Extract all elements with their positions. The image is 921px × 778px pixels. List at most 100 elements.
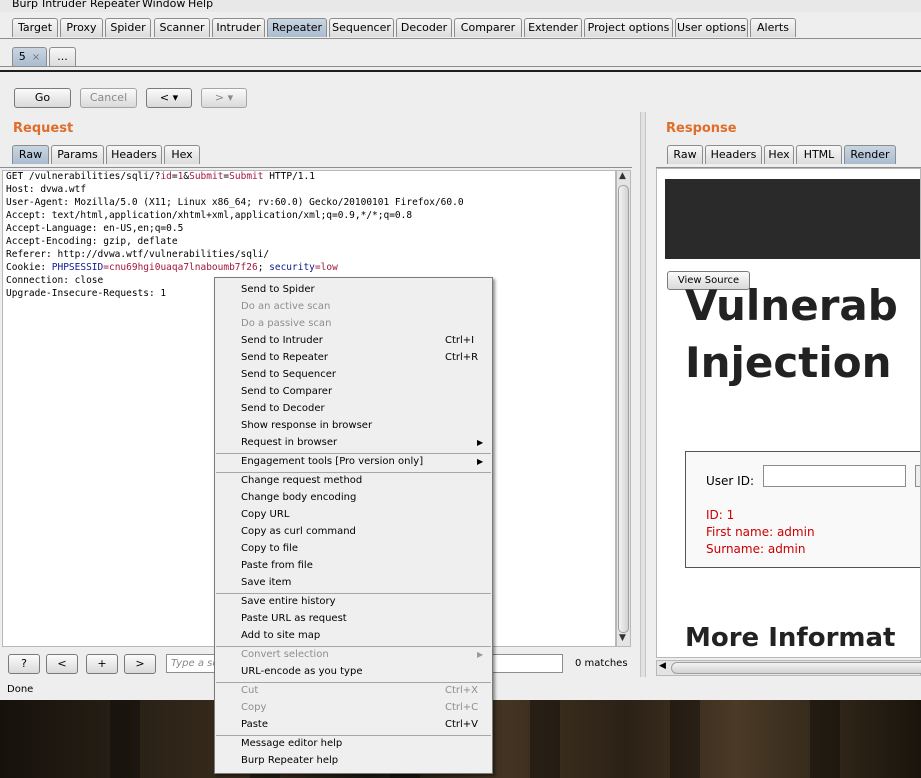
search-next-button[interactable]: > <box>124 654 156 674</box>
tab-intruder[interactable]: Intruder <box>212 18 265 37</box>
repeater-tabs: 5 × ... <box>0 44 921 67</box>
tab-sequencer[interactable]: Sequencer <box>329 18 394 37</box>
shortcut-repeater: Ctrl+R <box>445 352 479 363</box>
menu-engagement-tools[interactable]: Engagement tools [Pro version only] <box>241 456 423 467</box>
header-referer: Referer: http://dvwa.wtf/vulnerabilities… <box>6 249 270 260</box>
scroll-left-icon[interactable]: ◀ <box>659 661 666 671</box>
repeater-tab-new[interactable]: ... <box>49 47 76 66</box>
tab-comparer[interactable]: Comparer <box>454 18 522 37</box>
menu-save-item[interactable]: Save item <box>241 577 291 588</box>
repeater-tab-5[interactable]: 5 × <box>12 47 47 66</box>
tab-response-raw[interactable]: Raw <box>667 145 703 164</box>
header-cookie: Cookie: PHPSESSID=cnu69hgi0uaqa7lnaboumb… <box>6 262 338 273</box>
forward-button[interactable]: > ▾ <box>201 88 247 108</box>
status-text: Done <box>7 684 34 695</box>
menu-request-in-browser[interactable]: Request in browser <box>241 437 337 448</box>
menu-intruder[interactable]: Intruder <box>42 0 86 10</box>
menu-url-encode-as-you-type[interactable]: URL-encode as you type <box>241 666 362 677</box>
page-heading-line2: Injection <box>685 338 892 387</box>
tab-spider[interactable]: Spider <box>105 18 151 37</box>
shortcut-cut: Ctrl+X <box>445 685 479 696</box>
menu-paste[interactable]: Paste <box>241 719 268 730</box>
scroll-up-icon[interactable]: ▲ <box>619 171 626 181</box>
menu-copy-to-file[interactable]: Copy to file <box>241 543 298 554</box>
tab-alerts[interactable]: Alerts <box>750 18 796 37</box>
tab-proxy[interactable]: Proxy <box>60 18 103 37</box>
menu-burp-repeater-help[interactable]: Burp Repeater help <box>241 755 338 766</box>
menubar: Burp Intruder Repeater Window Help <box>0 0 921 12</box>
submenu-arrow-icon: ▶ <box>477 438 484 447</box>
menu-burp[interactable]: Burp <box>12 0 38 10</box>
request-vertical-scrollbar[interactable]: ▲ ▼ <box>616 170 631 647</box>
scroll-down-icon[interactable]: ▼ <box>619 633 626 643</box>
menu-separator <box>216 472 491 473</box>
tab-decoder[interactable]: Decoder <box>396 18 452 37</box>
tab-extender[interactable]: Extender <box>524 18 582 37</box>
menu-separator <box>216 646 491 647</box>
tab-response-html[interactable]: HTML <box>796 145 842 164</box>
tab-request-hex[interactable]: Hex <box>164 145 200 164</box>
menu-paste-from-file[interactable]: Paste from file <box>241 560 313 571</box>
search-help-button[interactable]: ? <box>8 654 40 674</box>
menu-active-scan[interactable]: Do an active scan <box>241 301 330 312</box>
context-menu: Send to Spider Do an active scan Do a pa… <box>214 277 493 774</box>
request-line: GET /vulnerabilities/sqli/?id=1&Submit=S… <box>6 171 315 182</box>
menu-message-editor-help[interactable]: Message editor help <box>241 738 342 749</box>
user-id-input[interactable] <box>763 465 906 487</box>
menu-convert-selection[interactable]: Convert selection <box>241 649 329 660</box>
menu-help[interactable]: Help <box>188 0 213 10</box>
menu-copy-as-curl[interactable]: Copy as curl command <box>241 526 356 537</box>
go-button[interactable]: Go <box>14 88 71 108</box>
header-upgrade-insecure: Upgrade-Insecure-Requests: 1 <box>6 288 167 299</box>
search-prev-button[interactable]: < <box>46 654 78 674</box>
menu-send-to-sequencer[interactable]: Send to Sequencer <box>241 369 336 380</box>
menu-copy[interactable]: Copy <box>241 702 266 713</box>
tab-repeater[interactable]: Repeater <box>267 18 327 37</box>
menu-add-to-site-map[interactable]: Add to site map <box>241 630 320 641</box>
tab-project-options[interactable]: Project options <box>584 18 673 37</box>
tab-scanner[interactable]: Scanner <box>154 18 210 37</box>
tab-response-headers[interactable]: Headers <box>705 145 762 164</box>
menu-window[interactable]: Window <box>142 0 185 10</box>
dvwa-header-banner <box>665 179 920 259</box>
tab-request-raw[interactable]: Raw <box>12 145 49 164</box>
menu-change-body-encoding[interactable]: Change body encoding <box>241 492 356 503</box>
menu-repeater[interactable]: Repeater <box>90 0 140 10</box>
menu-passive-scan[interactable]: Do a passive scan <box>241 318 331 329</box>
menu-change-request-method[interactable]: Change request method <box>241 475 362 486</box>
split-pane-divider[interactable] <box>640 112 646 677</box>
tab-response-render[interactable]: Render <box>844 145 896 164</box>
menu-show-response-in-browser[interactable]: Show response in browser <box>241 420 372 431</box>
submenu-arrow-icon: ▶ <box>477 650 484 659</box>
menu-send-to-decoder[interactable]: Send to Decoder <box>241 403 325 414</box>
menu-send-to-intruder[interactable]: Send to Intruder <box>241 335 323 346</box>
tab-user-options[interactable]: User options <box>675 18 748 37</box>
menu-cut[interactable]: Cut <box>241 685 258 696</box>
main-tabs: Target Proxy Spider Scanner Intruder Rep… <box>0 14 921 39</box>
search-add-button[interactable]: + <box>86 654 118 674</box>
tab-target[interactable]: Target <box>12 18 58 37</box>
back-button[interactable]: < ▾ <box>146 88 192 108</box>
scrollbar-thumb[interactable] <box>671 662 921 674</box>
menu-copy-url[interactable]: Copy URL <box>241 509 289 520</box>
tab-request-headers[interactable]: Headers <box>106 145 162 164</box>
result-id: ID: 1 <box>706 508 735 522</box>
result-surname: Surname: admin <box>706 542 806 556</box>
menu-save-entire-history[interactable]: Save entire history <box>241 596 336 607</box>
tab-response-hex[interactable]: Hex <box>764 145 794 164</box>
menu-send-to-spider[interactable]: Send to Spider <box>241 284 315 295</box>
shortcut-copy: Ctrl+C <box>445 702 479 713</box>
submit-button[interactable] <box>915 465 920 487</box>
header-accept: Accept: text/html,application/xhtml+xml,… <box>6 210 413 221</box>
menu-separator <box>216 593 491 594</box>
page-heading-line1: Vulnerab <box>685 281 898 330</box>
cancel-button[interactable]: Cancel <box>80 88 137 108</box>
tab-request-params[interactable]: Params <box>51 145 104 164</box>
close-icon[interactable]: × <box>32 52 40 63</box>
menu-paste-url-as-request[interactable]: Paste URL as request <box>241 613 347 624</box>
header-user-agent: User-Agent: Mozilla/5.0 (X11; Linux x86_… <box>6 197 464 208</box>
response-horizontal-scrollbar[interactable]: ◀ <box>656 660 921 676</box>
menu-send-to-repeater[interactable]: Send to Repeater <box>241 352 328 363</box>
scrollbar-thumb[interactable] <box>618 185 629 633</box>
menu-send-to-comparer[interactable]: Send to Comparer <box>241 386 332 397</box>
